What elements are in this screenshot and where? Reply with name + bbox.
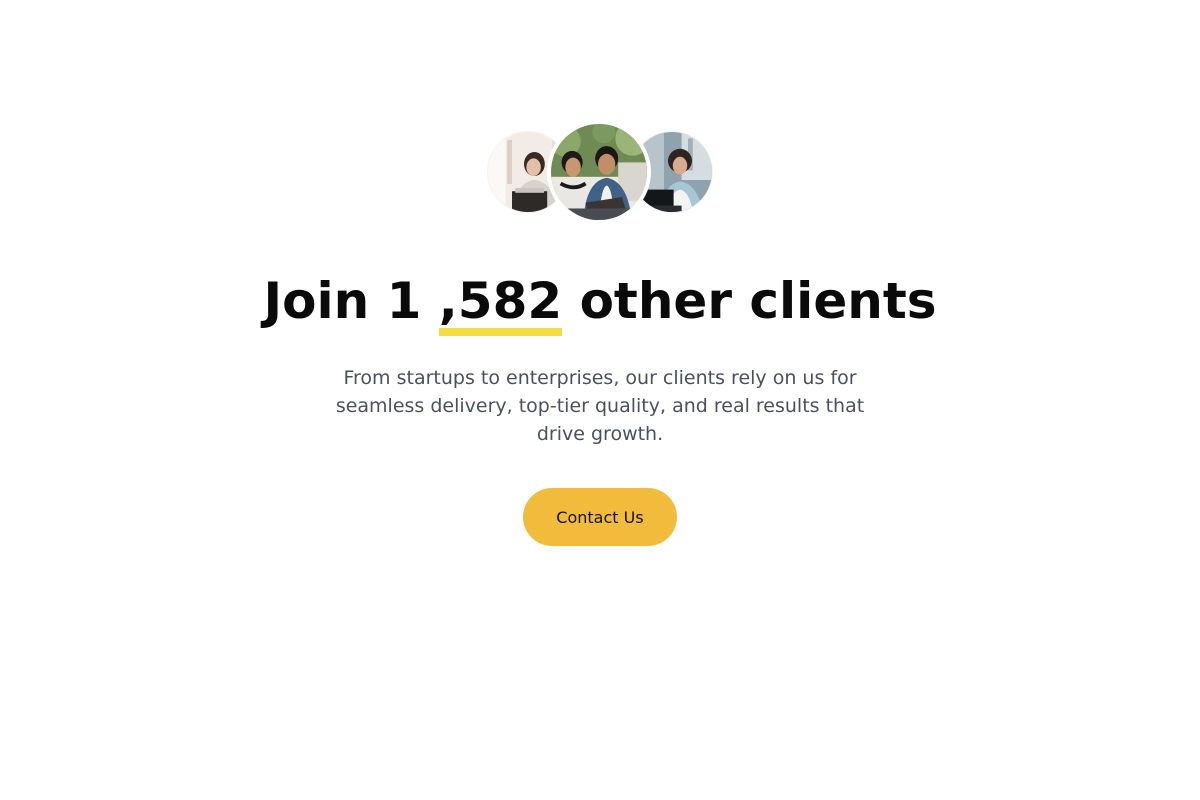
headline-client-count: ,582 [438, 274, 563, 336]
client-avatars-group [0, 0, 1200, 240]
headline: Join 1 ,582 other clients [0, 270, 1200, 336]
hero-subtitle: From startups to enterprises, our client… [335, 367, 865, 445]
headline-suffix: other clients [562, 272, 937, 330]
client-avatar-center [547, 120, 651, 224]
client-avatar-center-photo [551, 124, 647, 220]
headline-prefix: Join 1 [263, 272, 439, 330]
contact-us-button[interactable]: Contact Us [523, 488, 677, 546]
hero-section: Join 1 ,582 other clients From startups … [0, 0, 1200, 800]
